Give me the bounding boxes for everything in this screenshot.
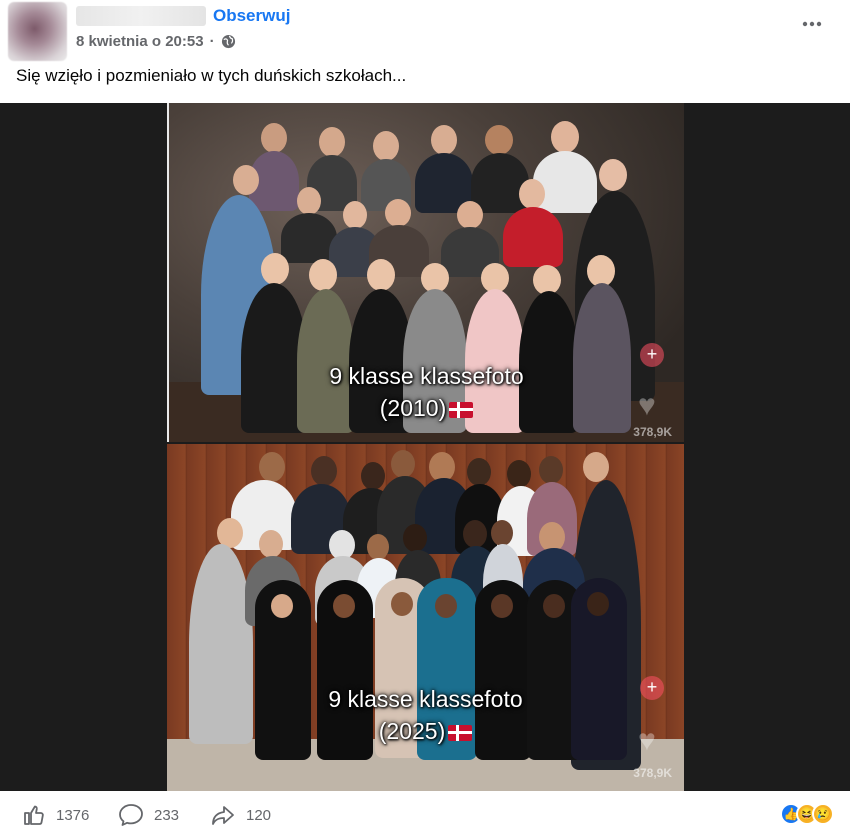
person: [503, 207, 563, 267]
person: [587, 592, 609, 616]
post-text: Się wzięło i pozmieniało w tych duńskich…: [16, 66, 407, 85]
person: [583, 452, 609, 482]
post-timestamp[interactable]: 8 kwietnia o 20:53: [76, 33, 204, 50]
person: [367, 259, 395, 291]
person: [261, 123, 287, 153]
reactions-summary[interactable]: 👍 😆 😢: [780, 803, 834, 825]
person: [403, 524, 427, 552]
caption-year-text: (2025): [378, 718, 446, 744]
person: [485, 125, 513, 155]
person: [333, 594, 355, 618]
view-count: 378,9K: [633, 425, 672, 439]
comment-icon: [119, 804, 143, 826]
like-button[interactable]: 1376: [22, 803, 89, 827]
person: [271, 594, 293, 618]
post-footer: 1376 233 120 👍 😆 😢: [0, 795, 850, 835]
view-count: 378,9K: [633, 766, 672, 780]
more-options-button[interactable]: [800, 12, 824, 36]
person: [233, 165, 259, 195]
person: [507, 460, 531, 488]
post-meta: 8 kwietnia o 20:53 ·: [76, 33, 236, 50]
person: [519, 179, 545, 209]
caption-year: (2025): [167, 716, 684, 746]
thumbs-up-icon: [24, 805, 44, 825]
person: [259, 530, 283, 558]
post-media[interactable]: + ♥ 378,9K 9 klasse klassefoto (2010) + …: [0, 103, 850, 791]
person: [491, 594, 513, 618]
person: [343, 201, 367, 229]
person: [543, 594, 565, 618]
share-button[interactable]: 120: [210, 803, 271, 827]
photo-collage: + ♥ 378,9K 9 klasse klassefoto (2010) + …: [167, 103, 684, 791]
comment-count: 233: [154, 806, 180, 824]
comment-button[interactable]: 233: [118, 803, 179, 827]
author-avatar[interactable]: [8, 2, 67, 61]
caption-year: (2010): [169, 393, 684, 423]
person: [539, 456, 563, 484]
caption-title: 9 klasse klassefoto: [328, 686, 523, 712]
share-icon: [212, 806, 234, 825]
person: [297, 187, 321, 215]
person: [189, 544, 253, 744]
person: [319, 127, 345, 157]
caption-year-text: (2010): [379, 395, 447, 421]
person: [457, 201, 483, 229]
author-name-redacted[interactable]: [76, 6, 206, 26]
person: [435, 594, 457, 618]
person: [391, 592, 413, 616]
follow-link[interactable]: Obserwuj: [213, 6, 290, 26]
caption-title: 9 klasse klassefoto: [329, 363, 524, 389]
more-horizontal-icon: [802, 21, 822, 27]
meta-separator: ·: [209, 33, 215, 50]
post-header: Obserwuj 8 kwietnia o 20:53 ·: [0, 0, 850, 61]
person: [361, 462, 385, 490]
person: [599, 159, 627, 191]
person: [385, 199, 411, 227]
class-photo-2010: + ♥ 378,9K 9 klasse klassefoto (2010): [169, 103, 684, 442]
sad-reaction-icon: 😢: [812, 803, 834, 825]
share-count: 120: [246, 806, 272, 824]
person: [311, 456, 337, 486]
person: [551, 121, 579, 153]
person: [259, 452, 285, 482]
person: [491, 520, 513, 546]
class-photo-2025: + ♥ 378,9K 9 klasse klassefoto (2025): [167, 444, 684, 791]
person: [261, 253, 289, 285]
globe-icon[interactable]: [221, 34, 236, 49]
person: [533, 151, 597, 213]
person: [391, 450, 415, 478]
denmark-flag-icon: [448, 725, 473, 741]
like-count: 1376: [56, 806, 90, 824]
person: [367, 534, 389, 560]
person: [431, 125, 457, 155]
person: [309, 259, 337, 291]
person: [463, 520, 487, 548]
person: [373, 131, 399, 161]
person: [471, 153, 529, 213]
person: [467, 458, 491, 486]
denmark-flag-icon: [449, 402, 474, 418]
